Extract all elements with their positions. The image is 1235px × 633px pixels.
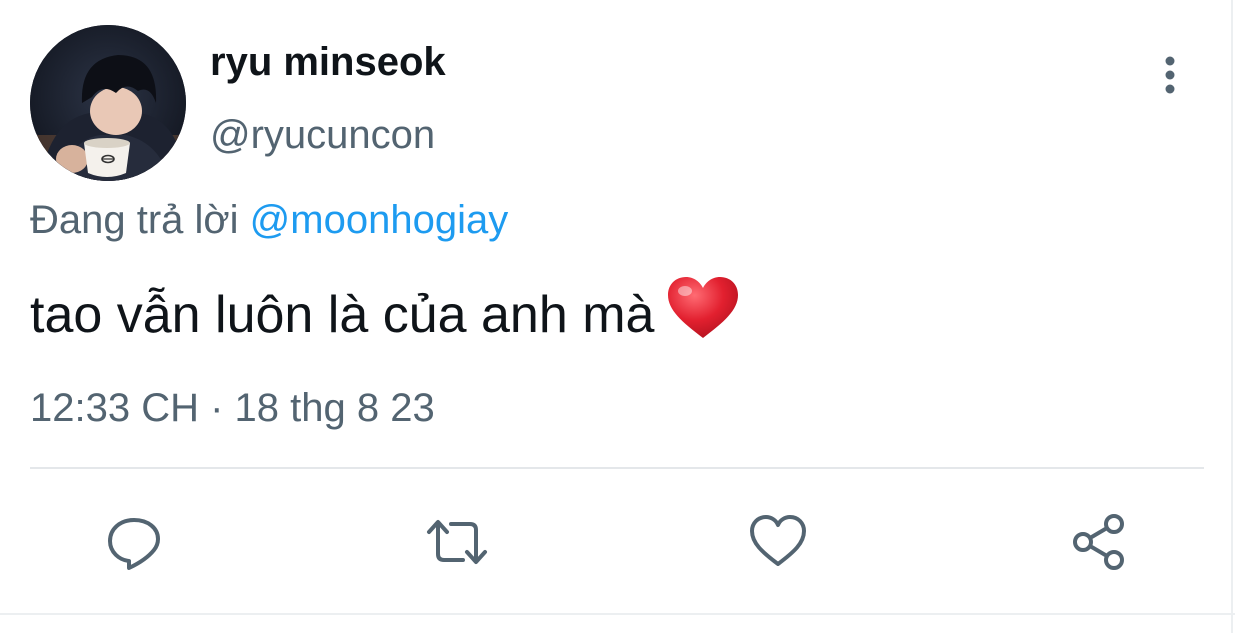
retweet-button[interactable] <box>425 512 487 572</box>
replying-to: Đang trả lời @moonhogiay <box>30 196 508 244</box>
red-heart-emoji <box>666 276 740 354</box>
more-vertical-icon <box>1165 56 1175 94</box>
retweet-icon <box>427 520 487 564</box>
reply-icon <box>108 518 160 570</box>
avatar[interactable] <box>30 25 186 181</box>
share-button[interactable] <box>1070 512 1130 572</box>
tweet-card: ryu minseok @ryucuncon Đang trả lời @moo… <box>0 0 1235 633</box>
more-options-button[interactable] <box>1152 52 1188 98</box>
reply-mention-link[interactable]: @moonhogiay <box>250 198 509 242</box>
share-icon <box>1073 514 1124 570</box>
tweet-body: tao vẫn luôn là của anh mà <box>30 276 740 354</box>
user-handle[interactable]: @ryucuncon <box>210 111 435 159</box>
tweet-text: tao vẫn luôn là của anh mà <box>30 286 655 344</box>
display-name[interactable]: ryu minseok <box>210 38 446 86</box>
reply-button[interactable] <box>104 512 164 572</box>
replying-to-label: Đang trả lời <box>30 198 239 242</box>
like-button[interactable] <box>748 512 808 572</box>
avatar-photo <box>30 25 186 181</box>
tweet-timestamp[interactable]: 12:33 CH · 18 thg 8 23 <box>30 384 435 432</box>
divider <box>30 467 1204 469</box>
bottom-divider <box>0 613 1235 615</box>
like-heart-icon <box>750 515 806 566</box>
right-edge-border <box>1231 0 1233 633</box>
